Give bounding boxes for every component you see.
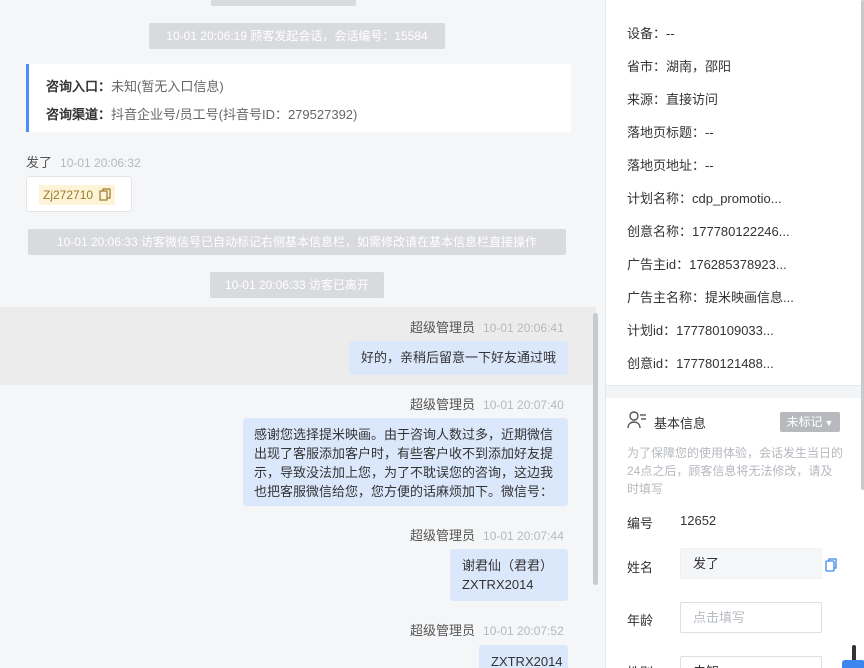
visitor-time: 10-01 20:06:32 — [60, 156, 141, 170]
visitor-name: 发了 — [26, 155, 53, 170]
gender-select[interactable]: 未知 — [680, 656, 822, 668]
agent-message-bubble: 感谢您选择提米映画。由于咨询人数过多，近期微信 出现了客服添加客户时，有些客户收… — [243, 418, 568, 506]
agent-name: 超级管理员 — [410, 320, 476, 335]
info-creative-id: 创意id：177780121488... — [627, 356, 774, 371]
info-row-partial: · — [627, 0, 631, 3]
mark-status-dropdown[interactable]: 未标记 ▼ — [780, 412, 840, 432]
agent-message-meta: 超级管理员 10-01 20:06:41 — [410, 317, 564, 336]
info-creative-name: 创意名称：177780122246... — [627, 224, 790, 239]
info-landing-title: 落地页标题：-- — [627, 125, 714, 140]
wechat-message-card: Zj272710 — [26, 176, 132, 212]
mark-status-label: 未标记 — [786, 415, 823, 429]
id-label: 编号 — [627, 516, 654, 531]
system-message-wechat-marked: 10-01 20:06:33 访客微信号已自动标记右侧基本信息栏，如需修改请在基… — [28, 229, 566, 255]
channel-row: 咨询渠道：抖音企业号/员工号(抖音号ID：279527392) — [46, 104, 357, 123]
name-field[interactable]: 发了 — [680, 548, 822, 579]
floating-action-button[interactable] — [842, 660, 864, 668]
name-label: 姓名 — [627, 560, 654, 575]
system-message-partial — [211, 0, 356, 6]
message-time: 10-01 20:06:41 — [483, 321, 564, 335]
edit-deadline-hint: 为了保障您的使用体验，会话发生当日的24点之后，顾客信息将无法修改，请及时填写 — [627, 446, 844, 496]
user-icon — [627, 411, 646, 429]
info-advertiser-name: 广告主名称：提米映画信息... — [627, 290, 794, 305]
bubble-line: 也把客服微信给您，您方便的话麻烦加下。微信号： — [254, 484, 554, 499]
agent-name: 超级管理员 — [410, 528, 476, 543]
id-value: 12652 — [680, 513, 717, 528]
info-landing-url: 落地页地址：-- — [627, 158, 714, 173]
entry-row: 咨询入口：未知(暂无入口信息) — [46, 76, 224, 95]
chat-pane: 10-01 20:06:19 顾客发起会话，会话编号：15584 咨询入口：未知… — [0, 0, 604, 668]
visitor-message-meta: 发了 10-01 20:06:32 — [26, 152, 141, 171]
basic-info-title: 基本信息 — [654, 416, 707, 431]
gender-label: 性别 — [627, 662, 653, 668]
section-divider — [606, 385, 864, 398]
bubble-line: 谢君仙（君君） — [462, 558, 554, 573]
entry-label: 咨询入口： — [46, 79, 112, 94]
agent-message-meta: 超级管理员 10-01 20:07:44 — [410, 525, 564, 544]
caret-down-icon: ▼ — [824, 418, 834, 428]
agent-message-bubble: ZXTRX2014 — [479, 645, 568, 668]
customer-info-panel: · 设备：-- 省市：湖南，邵阳 来源：直接访问 落地页标题：-- 落地页地址：… — [605, 0, 864, 668]
agent-name: 超级管理员 — [410, 623, 476, 638]
message-time: 10-01 20:07:40 — [483, 398, 564, 412]
system-message-visitor-left: 10-01 20:06:33 访客已离开 — [210, 272, 384, 298]
bubble-line: 感谢您选择提米映画。由于咨询人数过多，近期微信 — [254, 427, 554, 442]
chat-scrollbar[interactable] — [593, 313, 598, 585]
agent-message-bubble: 谢君仙（君君） ZXTRX2014 — [450, 549, 568, 601]
message-time: 10-01 20:07:44 — [483, 529, 564, 543]
message-time: 10-01 20:07:52 — [483, 624, 564, 638]
wechat-tag[interactable]: Zj272710 — [39, 185, 116, 205]
bubble-line: 示，导致没法加上您，为了不耽误您的咨询，这边我 — [254, 465, 554, 480]
system-message-session-start: 10-01 20:06:19 顾客发起会话，会话编号：15584 — [149, 23, 445, 49]
copy-icon[interactable] — [99, 188, 111, 201]
wechat-id: Zj272710 — [43, 188, 94, 202]
age-label: 年龄 — [627, 613, 654, 628]
entry-value: 未知(暂无入口信息) — [111, 79, 224, 94]
info-device: 设备：-- — [627, 26, 675, 41]
agent-name: 超级管理员 — [410, 397, 476, 412]
agent-message-bubble: 好的，亲稍后留意一下好友通过哦 — [349, 341, 568, 375]
channel-label: 咨询渠道： — [46, 107, 112, 122]
info-plan-id: 计划id：177780109033... — [627, 323, 774, 338]
info-region: 省市：湖南，邵阳 — [627, 59, 732, 74]
copy-icon[interactable] — [825, 558, 837, 572]
bubble-line: ZXTRX2014 — [462, 577, 534, 592]
bubble-line: 出现了客服添加客户时，有些客户收不到添加好友提 — [254, 446, 554, 461]
info-source: 来源：直接访问 — [627, 92, 719, 107]
agent-message-meta: 超级管理员 10-01 20:07:40 — [410, 394, 564, 413]
info-plan-name: 计划名称：cdp_promotio... — [627, 191, 782, 206]
info-advertiser-id: 广告主id：176285378923... — [627, 257, 787, 272]
channel-value: 抖音企业号/员工号(抖音号ID：279527392) — [111, 107, 358, 122]
age-input[interactable]: 点击填写 — [680, 602, 822, 633]
entry-info-card: 咨询入口：未知(暂无入口信息) 咨询渠道：抖音企业号/员工号(抖音号ID：279… — [26, 64, 571, 132]
agent-message-meta: 超级管理员 10-01 20:07:52 — [410, 620, 564, 639]
